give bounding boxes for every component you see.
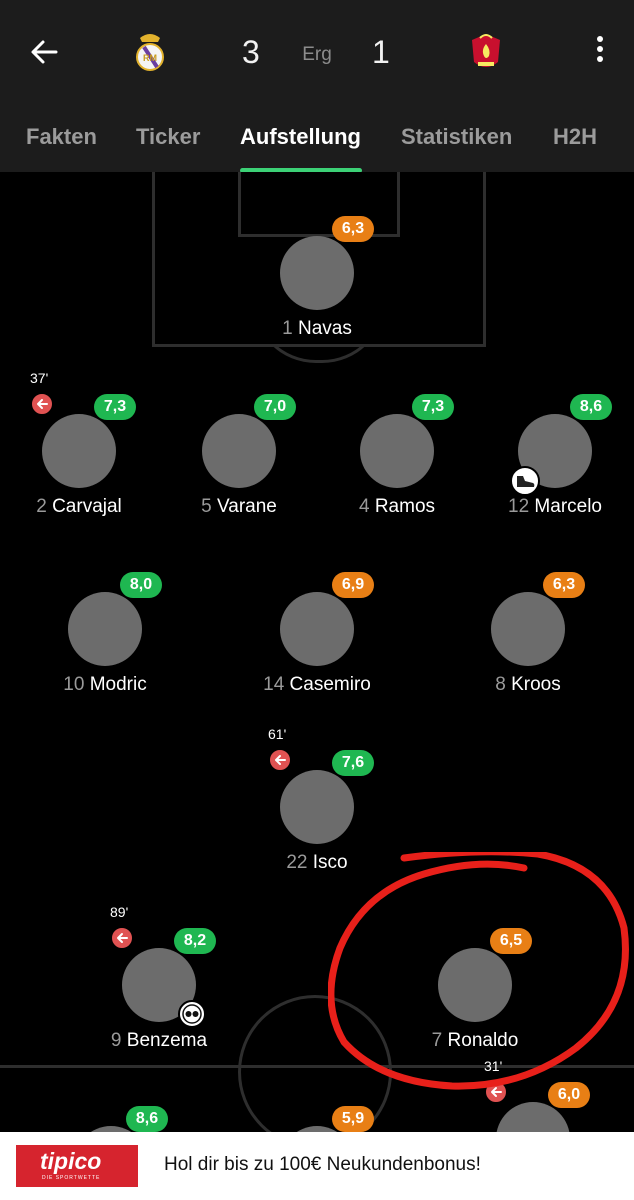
player-card[interactable]: 8,0 10 Modric	[20, 548, 190, 695]
boot-icon	[510, 466, 540, 496]
player-avatar	[360, 414, 434, 488]
player-name-text: Ramos	[374, 496, 436, 517]
player-card[interactable]: 6,3 1 Navas	[232, 192, 402, 339]
substitution-icon	[30, 392, 54, 416]
home-score: 3	[242, 34, 260, 70]
substitution-icon	[268, 748, 292, 772]
sub-minute: 37'	[30, 370, 49, 386]
player-card[interactable]: 6,3 8 Kroos	[443, 548, 613, 695]
sub-minute: 61'	[268, 726, 287, 742]
player-rating: 6,9	[332, 572, 374, 598]
substitution-icon	[110, 926, 134, 950]
player-number: 8	[495, 674, 506, 695]
player-name-text: Modric	[89, 674, 147, 695]
svg-text:RM: RM	[143, 53, 157, 63]
player-rating: 6,3	[543, 572, 585, 598]
player-card[interactable]: 37' 7,3 2 Carvajal	[0, 370, 164, 517]
player-number: 10	[63, 674, 85, 695]
player-name: 9 Benzema	[74, 1030, 244, 1052]
player-name: 1 Navas	[232, 318, 402, 340]
player-name-text: Benzema	[126, 1030, 208, 1051]
player-card[interactable]: 8,6 12 Marcelo	[470, 370, 634, 517]
player-card[interactable]: 8,6	[26, 1082, 196, 1132]
player-number: 9	[110, 1030, 122, 1051]
player-number: 2	[36, 496, 47, 517]
ad-banner[interactable]: tipico DIE SPORTWETTE Hol dir bis zu 100…	[0, 1132, 634, 1200]
player-rating: 7,6	[332, 750, 374, 776]
player-card[interactable]: 6,9 14 Casemiro	[232, 548, 402, 695]
player-name: 2 Carvajal	[0, 496, 164, 518]
player-number: 5	[201, 496, 212, 517]
player-avatar	[491, 592, 565, 666]
player-rating: 8,6	[126, 1106, 168, 1132]
player-avatar	[68, 592, 142, 666]
player-name: 12 Marcelo	[470, 496, 634, 518]
more-options-icon[interactable]	[590, 36, 610, 66]
player-card[interactable]: 89' 8,2 9 Benzema	[74, 904, 244, 1051]
player-card[interactable]: 61' 7,6 22 Isco	[232, 726, 402, 873]
match-header: RM 3 Erg 1 Fakten Ticker Aufstellung Sta…	[0, 0, 634, 173]
match-status: Erg	[302, 44, 332, 65]
player-avatar	[42, 414, 116, 488]
player-name-text: Navas	[298, 318, 352, 339]
player-rating: 7,3	[94, 394, 136, 420]
back-arrow-icon[interactable]	[26, 34, 62, 70]
player-number: 4	[358, 496, 370, 517]
player-name-text: Casemiro	[289, 674, 371, 695]
player-rating: 7,3	[412, 394, 454, 420]
ad-text[interactable]: Hol dir bis zu 100€ Neukundenbonus!	[164, 1154, 481, 1176]
tab-fakten[interactable]: Fakten	[26, 124, 97, 150]
player-rating: 8,0	[120, 572, 162, 598]
player-number: 14	[263, 674, 285, 695]
real-madrid-crest-icon[interactable]: RM	[130, 30, 170, 74]
player-name: 14 Casemiro	[232, 674, 402, 696]
away-score: 1	[372, 34, 390, 70]
player-avatar	[280, 236, 354, 310]
tab-aufstellung[interactable]: Aufstellung	[240, 124, 361, 150]
red-annotation-circle	[328, 852, 629, 1090]
player-name-text: Varane	[217, 496, 277, 517]
player-name-text: Carvajal	[52, 496, 122, 517]
tipico-logo[interactable]: tipico DIE SPORTWETTE	[16, 1145, 138, 1187]
tab-h2h[interactable]: H2H	[553, 124, 597, 150]
ball-icon	[178, 1000, 206, 1028]
player-rating: 5,9	[332, 1106, 374, 1132]
player-name-text: Kroos	[511, 674, 561, 695]
player-number: 1	[282, 318, 293, 339]
player-rating: 6,3	[332, 216, 374, 242]
player-name: 10 Modric	[20, 674, 190, 696]
tipico-logo-text: tipico	[40, 1148, 102, 1174]
sub-minute: 89'	[110, 904, 129, 920]
player-avatar	[202, 414, 276, 488]
player-name: 8 Kroos	[443, 674, 613, 696]
player-number: 12	[508, 496, 530, 517]
player-avatar	[280, 592, 354, 666]
liverpool-crest-icon[interactable]	[466, 30, 506, 74]
player-card[interactable]: 7,3 4 Ramos	[312, 370, 482, 517]
player-number: 22	[286, 852, 308, 873]
player-name-text: Marcelo	[534, 496, 602, 517]
tipico-logo-subtext: DIE SPORTWETTE	[42, 1175, 101, 1181]
tab-ticker[interactable]: Ticker	[136, 124, 200, 150]
player-name: 5 Varane	[154, 496, 324, 518]
player-avatar	[280, 770, 354, 844]
player-rating: 8,2	[174, 928, 216, 954]
player-rating: 8,6	[570, 394, 612, 420]
player-rating: 7,0	[254, 394, 296, 420]
tab-statistiken[interactable]: Statistiken	[401, 124, 512, 150]
player-name: 4 Ramos	[312, 496, 482, 518]
player-card[interactable]: 7,0 5 Varane	[154, 370, 324, 517]
